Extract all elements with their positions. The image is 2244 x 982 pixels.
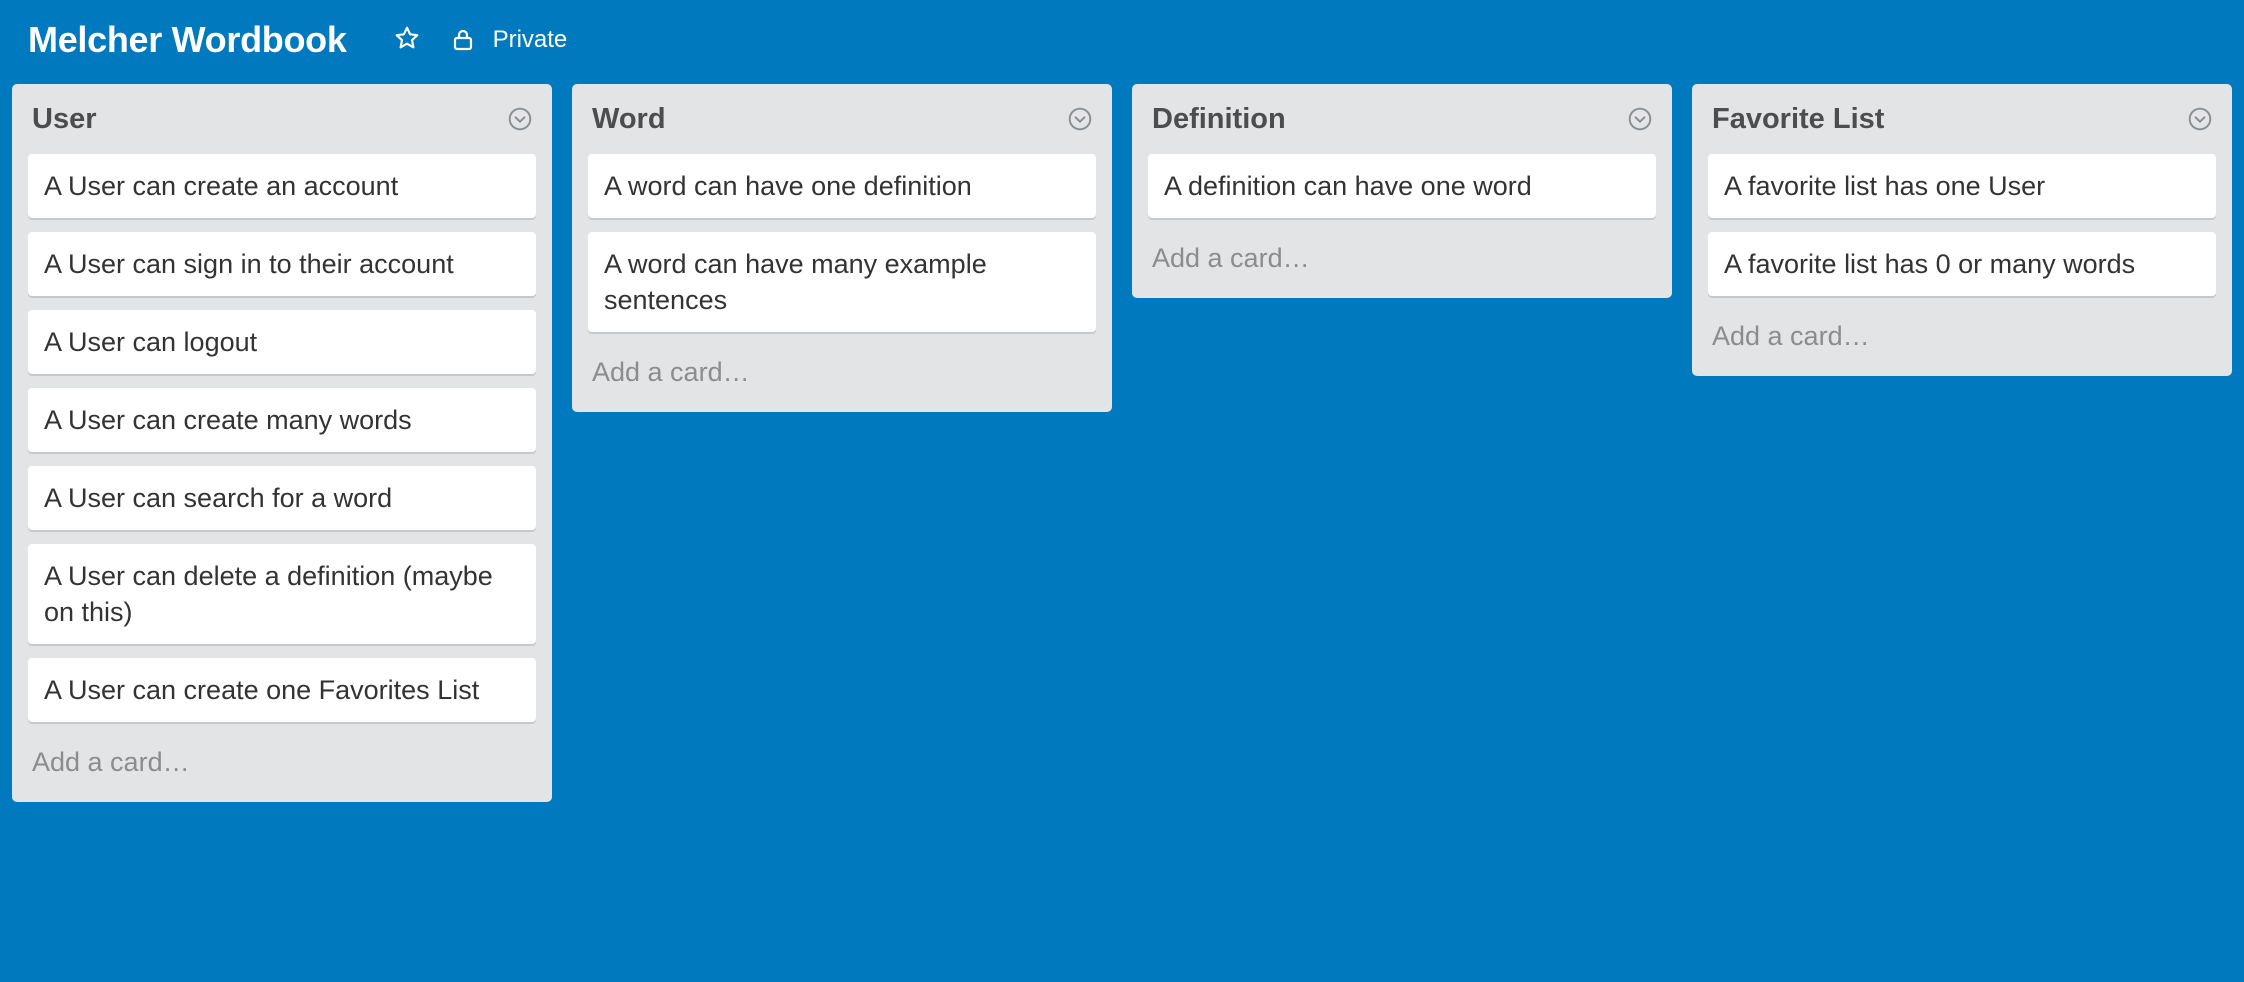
list-card[interactable]: A word can have many example sentences — [588, 232, 1096, 332]
list-card[interactable]: A User can create one Favorites List — [28, 658, 536, 722]
board: Melcher Wordbook Private User A User can… — [0, 0, 2244, 982]
list-card[interactable]: A User can delete a definition (maybe on… — [28, 544, 536, 644]
list-card[interactable]: A word can have one definition — [588, 154, 1096, 218]
chevron-down-icon[interactable] — [506, 105, 534, 133]
star-button[interactable] — [387, 20, 427, 60]
list-title[interactable]: Word — [592, 103, 666, 136]
list-card[interactable]: A User can logout — [28, 310, 536, 374]
list-card[interactable]: A favorite list has 0 or many words — [1708, 232, 2216, 296]
list-header: User — [28, 84, 536, 154]
add-card-button[interactable]: Add a card… — [588, 346, 1096, 412]
list-word: Word A word can have one definition A wo… — [572, 84, 1112, 412]
list-title[interactable]: Definition — [1152, 103, 1286, 136]
board-header: Melcher Wordbook Private — [28, 14, 567, 66]
add-card-button[interactable]: Add a card… — [1708, 310, 2216, 376]
board-title[interactable]: Melcher Wordbook — [28, 19, 347, 61]
add-card-button[interactable]: Add a card… — [1148, 232, 1656, 298]
list-header: Definition — [1148, 84, 1656, 154]
list-card[interactable]: A User can create many words — [28, 388, 536, 452]
chevron-down-icon[interactable] — [2186, 105, 2214, 133]
list-definition: Definition A definition can have one wor… — [1132, 84, 1672, 298]
visibility-label: Private — [492, 26, 568, 53]
chevron-down-icon[interactable] — [1626, 105, 1654, 133]
list-card[interactable]: A favorite list has one User — [1708, 154, 2216, 218]
star-icon — [394, 25, 420, 56]
visibility-button[interactable]: Private — [451, 26, 568, 54]
list-card[interactable]: A User can search for a word — [28, 466, 536, 530]
list-user: User A User can create an account A User… — [12, 84, 552, 802]
list-title[interactable]: User — [32, 103, 97, 136]
list-header: Favorite List — [1708, 84, 2216, 154]
list-favorite-list: Favorite List A favorite list has one Us… — [1692, 84, 2232, 376]
list-card[interactable]: A User can sign in to their account — [28, 232, 536, 296]
list-card[interactable]: A definition can have one word — [1148, 154, 1656, 218]
lists-container: User A User can create an account A User… — [12, 84, 2244, 802]
chevron-down-icon[interactable] — [1066, 105, 1094, 133]
list-header: Word — [588, 84, 1096, 154]
list-card[interactable]: A User can create an account — [28, 154, 536, 218]
lock-icon — [451, 27, 477, 53]
add-card-button[interactable]: Add a card… — [28, 736, 536, 802]
list-title[interactable]: Favorite List — [1712, 103, 1884, 136]
